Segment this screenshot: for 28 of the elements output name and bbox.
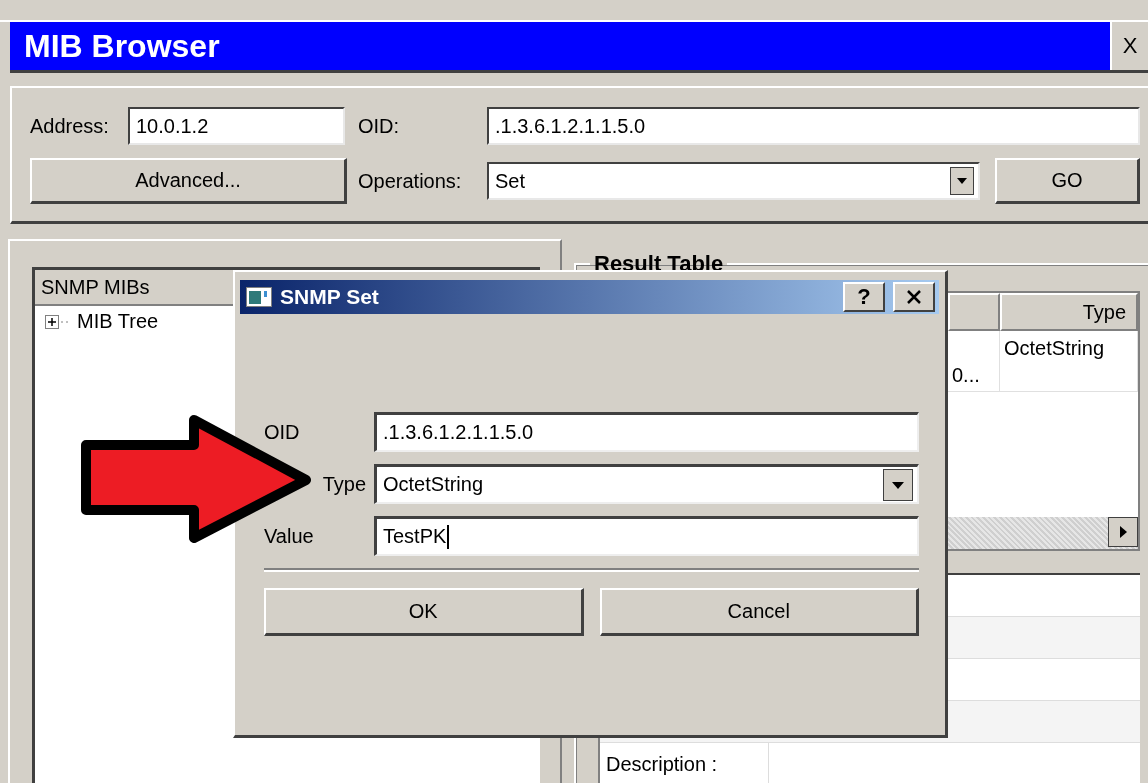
expand-icon[interactable] bbox=[45, 314, 71, 329]
advanced-button[interactable]: Advanced... bbox=[30, 158, 347, 204]
operations-label: Operations: bbox=[358, 169, 463, 193]
window-icon bbox=[246, 287, 272, 307]
oid-label: OID: bbox=[358, 114, 401, 138]
column-header[interactable]: Type bbox=[1000, 293, 1138, 331]
close-button[interactable] bbox=[893, 282, 935, 312]
dialog-title: SNMP Set bbox=[280, 285, 379, 309]
ok-button[interactable]: OK bbox=[264, 588, 584, 636]
address-label: Address: bbox=[30, 114, 110, 138]
help-button[interactable]: ? bbox=[843, 282, 885, 312]
address-field[interactable]: 10.0.1.2 bbox=[128, 107, 345, 145]
field-label: OID bbox=[264, 420, 301, 444]
field-label: Value bbox=[264, 524, 315, 548]
oid-field[interactable]: .1.3.6.1.2.1.1.5.0 bbox=[487, 107, 1140, 145]
table-cell: OctetString bbox=[1000, 331, 1138, 391]
operations-dropdown[interactable]: Set bbox=[487, 162, 980, 200]
detail-label: Description : bbox=[600, 743, 769, 783]
tree-item[interactable]: MIB Tree bbox=[77, 310, 159, 333]
go-button[interactable]: GO bbox=[995, 158, 1140, 204]
type-dropdown[interactable]: OctetString bbox=[374, 464, 919, 504]
cancel-button[interactable]: Cancel bbox=[599, 588, 919, 636]
scroll-right-icon[interactable] bbox=[1108, 517, 1138, 547]
input-field[interactable]: .1.3.6.1.2.1.1.5.0 bbox=[374, 412, 919, 452]
close-icon bbox=[906, 289, 922, 305]
field-label: Type bbox=[321, 472, 367, 496]
input-field[interactable]: TestPK bbox=[374, 516, 919, 556]
window-title: MIB Browser bbox=[24, 27, 220, 65]
